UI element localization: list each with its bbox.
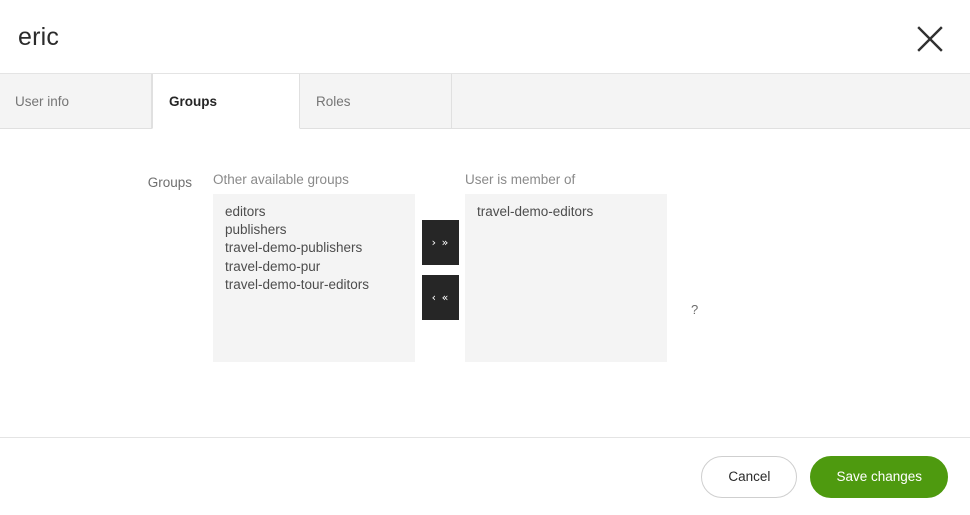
groups-field-label: Groups — [147, 175, 192, 190]
list-item[interactable]: travel-demo-tour-editors — [213, 276, 415, 294]
cancel-button[interactable]: Cancel — [701, 455, 798, 498]
transfer-button-group: › » ‹ « — [422, 220, 459, 320]
list-item[interactable]: travel-demo-pur — [213, 258, 415, 276]
member-of-listbox[interactable]: travel-demo-editors — [465, 194, 667, 362]
page-title: eric — [18, 23, 60, 51]
tab-roles[interactable]: Roles — [300, 74, 452, 129]
user-edit-dialog: eric User info Groups Roles Groups Other… — [0, 0, 970, 515]
tab-groups[interactable]: Groups — [152, 74, 300, 129]
add-to-group-button[interactable]: › » — [422, 220, 459, 265]
member-of-picklist: User is member of travel-demo-editors — [465, 172, 667, 362]
available-groups-caption: Other available groups — [213, 172, 349, 187]
tab-roles-label: Roles — [316, 93, 351, 109]
dialog-header: eric — [0, 0, 970, 74]
list-item[interactable]: travel-demo-editors — [465, 203, 667, 221]
list-item[interactable]: editors — [213, 203, 415, 221]
list-item[interactable]: travel-demo-publishers — [213, 239, 415, 257]
help-icon[interactable]: ? — [691, 303, 698, 317]
dialog-body: Groups Other available groups editors pu… — [0, 129, 970, 437]
tab-strip: User info Groups Roles — [0, 74, 970, 129]
save-changes-button[interactable]: Save changes — [810, 455, 948, 498]
tab-strip-filler — [452, 74, 970, 129]
available-groups-listbox[interactable]: editors publishers travel-demo-publisher… — [213, 194, 415, 362]
tab-user-info[interactable]: User info — [0, 74, 152, 129]
remove-from-group-button[interactable]: ‹ « — [422, 275, 459, 320]
list-item[interactable]: publishers — [213, 221, 415, 239]
member-of-caption: User is member of — [465, 172, 576, 187]
dialog-footer: Cancel Save changes — [0, 437, 970, 515]
close-icon[interactable] — [912, 21, 948, 57]
tab-user-info-label: User info — [15, 93, 70, 109]
tab-groups-label: Groups — [169, 93, 218, 109]
available-groups-picklist: Other available groups editors publisher… — [213, 172, 415, 362]
